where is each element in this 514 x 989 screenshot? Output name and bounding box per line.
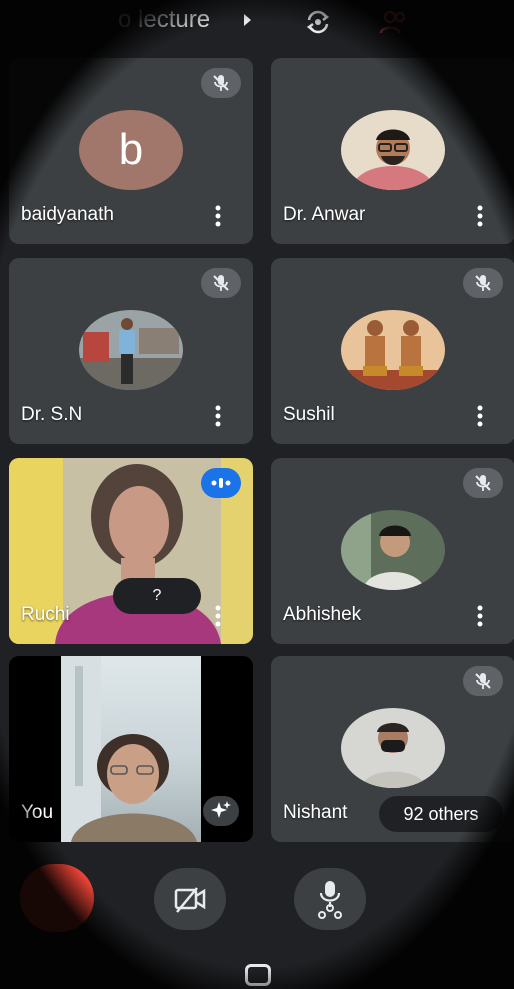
end-call-button[interactable] [20,864,94,932]
muted-mic-icon [201,268,241,298]
others-count-chip[interactable]: 92 others [379,796,503,832]
self-video [61,656,201,842]
muted-mic-icon [463,268,503,298]
participant-name: Ruchi [21,604,70,625]
meeting-title[interactable]: o lecture [118,6,210,34]
people-icon[interactable] [378,6,410,38]
muted-mic-icon [463,468,503,498]
mic-icon [318,881,342,919]
avatar [341,110,445,190]
microphone-toggle-button[interactable] [294,868,366,930]
top-bar: o lecture [0,0,514,46]
participant-name: Sushil [283,404,335,425]
camera-off-icon [174,887,206,913]
question-chip[interactable]: ? [113,578,201,614]
participant-name: Abhishek [283,604,362,625]
participant-tile[interactable]: ? Ruchi [9,458,253,644]
participant-tile[interactable]: Sushil [271,258,514,444]
participant-name: Dr. S.N [21,404,83,425]
avatar: b [79,110,183,190]
avatar [341,310,445,390]
speaking-indicator-icon [201,468,241,498]
participant-name: baidyanath [21,204,114,225]
self-view-tile[interactable]: You [9,656,253,842]
flip-camera-icon[interactable] [302,6,334,38]
participant-tile[interactable]: Dr. Anwar [271,58,514,244]
muted-mic-icon [463,666,503,696]
more-options-icon[interactable] [213,404,223,428]
participant-tile[interactable]: b baidyanath [9,58,253,244]
participant-tile[interactable]: Dr. S.N [9,258,253,444]
call-controls [0,860,514,940]
avatar [341,708,445,788]
camera-toggle-button[interactable] [154,868,226,930]
more-options-icon[interactable] [475,204,485,228]
home-button[interactable] [245,964,271,986]
more-options-icon[interactable] [213,604,223,628]
participant-name: Nishant [283,802,348,823]
participant-name: Dr. Anwar [283,204,366,225]
chevron-right-icon[interactable] [240,10,254,30]
avatar [341,510,445,590]
avatar [79,310,183,390]
more-options-icon[interactable] [475,404,485,428]
participant-tile[interactable]: Nishant 92 others [271,656,514,842]
more-options-icon[interactable] [475,604,485,628]
muted-mic-icon [201,68,241,98]
participant-name: You [21,802,54,823]
effects-sparkle-icon[interactable] [203,796,239,826]
more-options-icon[interactable] [213,204,223,228]
participant-tile[interactable]: Abhishek [271,458,514,644]
